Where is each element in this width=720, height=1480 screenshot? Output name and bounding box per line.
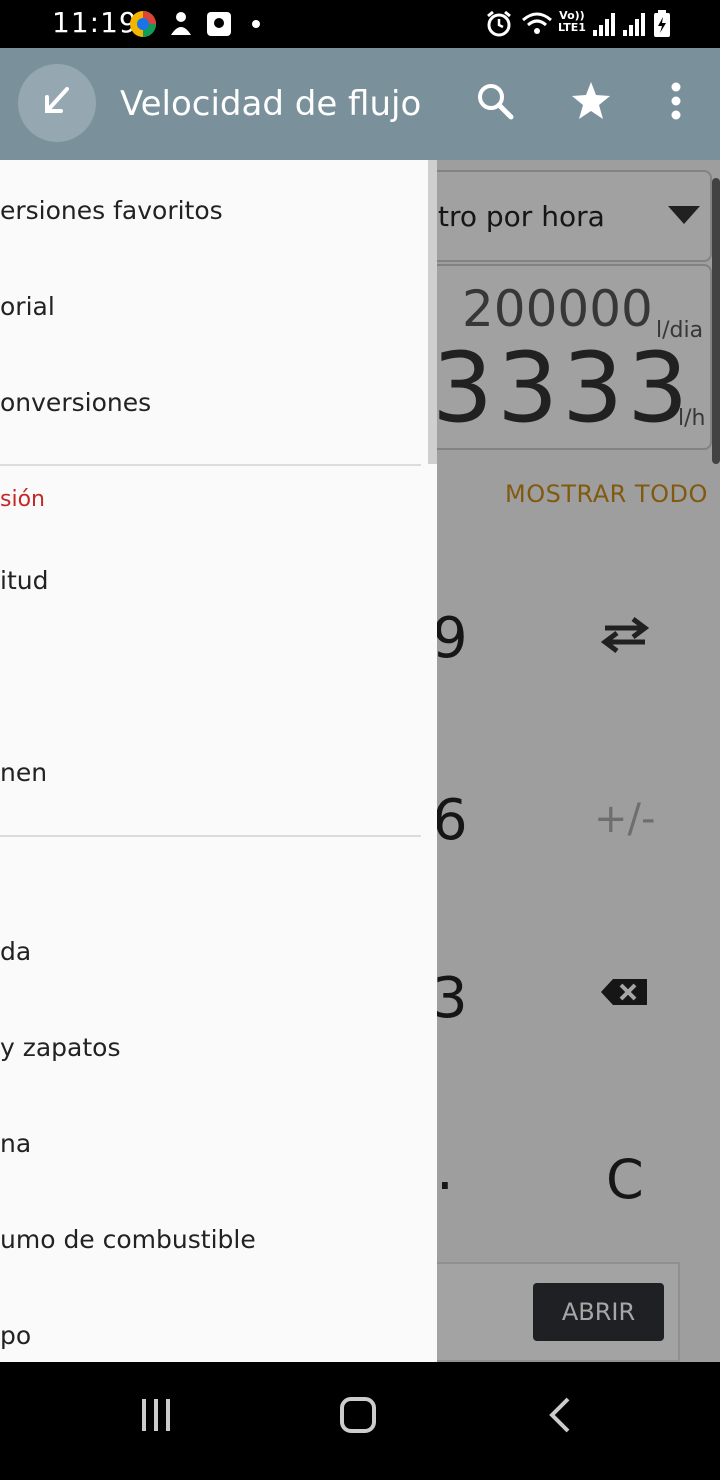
navigation-drawer: ersiones favoritos orial onversiones sió…: [0, 160, 437, 1362]
drawer-item-time[interactable]: po: [0, 1321, 31, 1350]
overflow-menu-button[interactable]: [651, 78, 701, 128]
alarm-icon: [484, 10, 514, 38]
status-bar: 11:19 Vo)) LTE1: [0, 0, 720, 48]
drawer-item-length[interactable]: itud: [0, 566, 48, 595]
drawer-item-currency[interactable]: da: [0, 937, 31, 966]
system-nav-bar: [0, 1362, 720, 1480]
back-chevron-icon: [546, 1395, 574, 1439]
search-icon: [475, 81, 515, 125]
more-notifications-dot-icon: [250, 10, 262, 38]
signal-strength-icon: [592, 10, 618, 38]
drawer-item-fuel-consumption[interactable]: umo de combustible: [0, 1225, 256, 1254]
favorite-button[interactable]: [566, 78, 616, 128]
recent-apps-icon: [138, 1397, 174, 1437]
home-icon: [338, 1395, 378, 1439]
back-nav-button[interactable]: [542, 1392, 578, 1442]
divider: [0, 835, 421, 837]
overflow-menu-icon: [670, 81, 682, 125]
app-notification-icon: [128, 10, 158, 38]
drawer-item-favorites[interactable]: ersiones favoritos: [0, 196, 223, 225]
lte-label: LTE1: [558, 21, 586, 34]
drawer-item-volume[interactable]: nen: [0, 758, 47, 787]
section-header: sión: [0, 487, 45, 512]
drawer-item-data[interactable]: na: [0, 1129, 31, 1158]
page-title: Velocidad de flujo: [120, 84, 422, 124]
drawer-scrollbar[interactable]: [428, 160, 437, 464]
app-bar: Velocidad de flujo: [0, 48, 720, 160]
home-button[interactable]: [336, 1392, 380, 1442]
drawer-item-clothing-shoes[interactable]: y zapatos: [0, 1033, 121, 1062]
gallery-notification-icon: [204, 10, 234, 38]
star-icon: [570, 80, 612, 126]
divider: [0, 464, 421, 466]
search-button[interactable]: [470, 78, 520, 128]
recent-apps-button[interactable]: [136, 1392, 176, 1442]
drawer-item-conversions[interactable]: onversiones: [0, 388, 151, 417]
status-time: 11:19: [52, 6, 138, 39]
battery-icon: [652, 10, 672, 38]
person-notification-icon: [168, 10, 194, 38]
signal-strength-2-icon: [622, 10, 648, 38]
wifi-icon: [520, 10, 554, 38]
back-button[interactable]: [18, 64, 96, 142]
back-arrow-icon: [37, 81, 77, 125]
drawer-item-history[interactable]: orial: [0, 292, 55, 321]
